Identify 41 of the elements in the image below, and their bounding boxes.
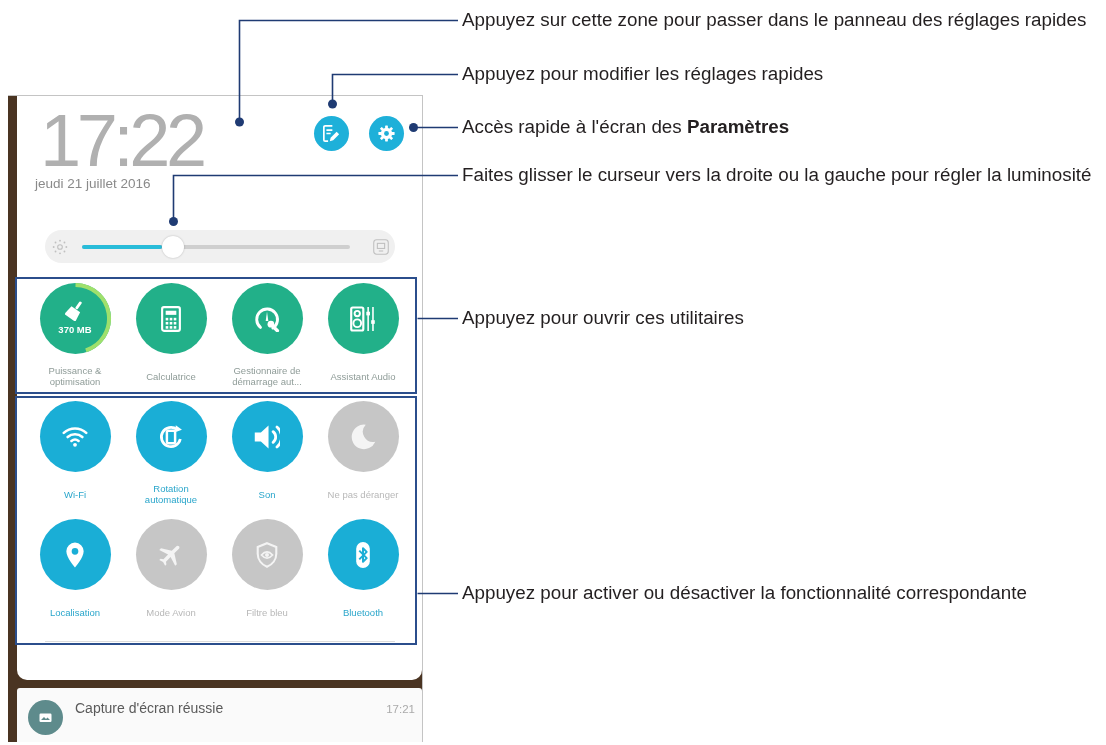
utility-label: Calculatrice — [146, 370, 196, 382]
callout-text: Appuyez sur cette zone pour passer dans le panneau des réglages rapides — [462, 9, 1087, 31]
toggle-label: Localisation — [49, 606, 101, 618]
leader-line — [416, 317, 459, 320]
toggle-label: Bluetooth — [342, 606, 384, 618]
callout-text: Appuyez pour activer ou désactiver la fonctionnalité correspondante — [462, 582, 1027, 604]
screen-icon — [373, 238, 389, 255]
toggle-label: Wi-Fi — [63, 488, 87, 500]
notification-time: 17:21 — [386, 702, 415, 716]
sun-icon — [52, 238, 68, 255]
utility-label: Puissance & optimisation — [47, 365, 103, 387]
image-icon — [28, 700, 63, 735]
rotation-icon — [158, 423, 184, 450]
slider-thumb[interactable] — [162, 235, 185, 258]
speaker-sliders-icon — [350, 305, 376, 332]
leader-line — [416, 592, 459, 595]
edit-icon — [323, 125, 340, 142]
volume-icon — [254, 423, 280, 450]
toggle-label: Mode Avion — [146, 606, 196, 618]
callout-text: Accès rapide à l'écran des Paramètres — [462, 116, 790, 138]
date-text: jeudi 21 juillet 2016 — [35, 176, 151, 192]
memory-reading: 370 MB — [58, 323, 92, 335]
notification-title: Capture d'écran réussie — [75, 700, 224, 716]
gauge-wrench-icon — [254, 305, 280, 332]
callout-text: Appuyez pour ouvrir ces utilitaires — [462, 307, 744, 329]
toggle-label: Filtre bleu — [246, 606, 288, 618]
calculator-icon — [158, 305, 184, 332]
callout-text: Appuyez pour modifier les réglages rapides — [462, 63, 824, 85]
edit-button[interactable] — [314, 116, 349, 151]
gear-icon — [378, 125, 395, 142]
moon-icon — [350, 423, 376, 450]
clock-time: 17:22 — [40, 104, 203, 178]
notification-card[interactable]: Capture d'écran réussie 17:21 — [17, 688, 422, 742]
toggle-label: Son — [258, 488, 276, 500]
toggle-label: Rotation automatique — [143, 483, 199, 505]
toggle-label: Ne pas déranger — [327, 488, 399, 500]
shield-eye-icon — [254, 541, 280, 568]
settings-button[interactable] — [369, 116, 404, 151]
callout-text: Faites glisser le curseur vers la droite ou la gauche pour régler la luminosité — [462, 164, 1092, 186]
utility-label: Gestionnaire de démarrage aut... — [231, 365, 303, 387]
utility-label: Assistant Audio — [330, 370, 396, 382]
